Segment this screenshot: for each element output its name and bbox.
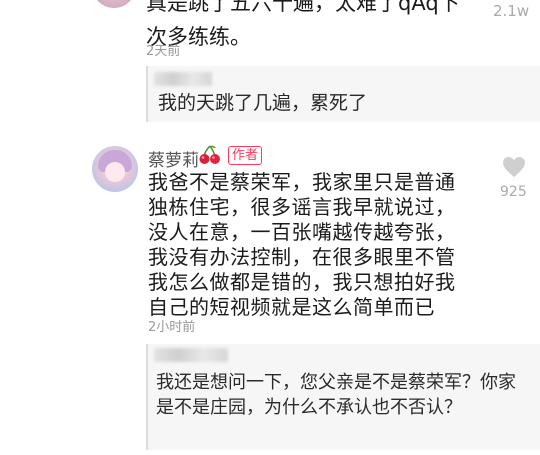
author-badge: 作者 — [228, 146, 263, 165]
author-avatar[interactable] — [92, 146, 138, 192]
heart-icon[interactable] — [502, 156, 526, 178]
comment-timestamp: 2小时前 — [148, 320, 196, 335]
blurred-username — [154, 348, 228, 362]
author-name[interactable]: 蔡萝莉 — [148, 146, 199, 171]
avatar-face — [105, 162, 125, 182]
comment-text: 我爸不是蔡荣军，我家里只是普通独栋住宅，很多谣言我早就说过，没人在意，一百张嘴越… — [148, 170, 456, 319]
like-count: 2.1w — [493, 2, 530, 20]
reply-text: 我还是想问一下，您父亲是不是蔡荣军？你家是不是庄园，为什么不承认也不否认？ — [156, 372, 516, 418]
commenter-avatar[interactable] — [92, 0, 136, 8]
blurred-username — [154, 72, 212, 86]
comment-text: 真是跳了五六十遍，太难了qAq下次多练练。 — [146, 0, 460, 49]
cherry-icon — [199, 145, 220, 164]
comment-timestamp: 2天前 — [146, 44, 181, 59]
like-count: 925 — [500, 184, 527, 200]
reply-text: 我的天跳了几遍，累死了 — [158, 92, 368, 114]
